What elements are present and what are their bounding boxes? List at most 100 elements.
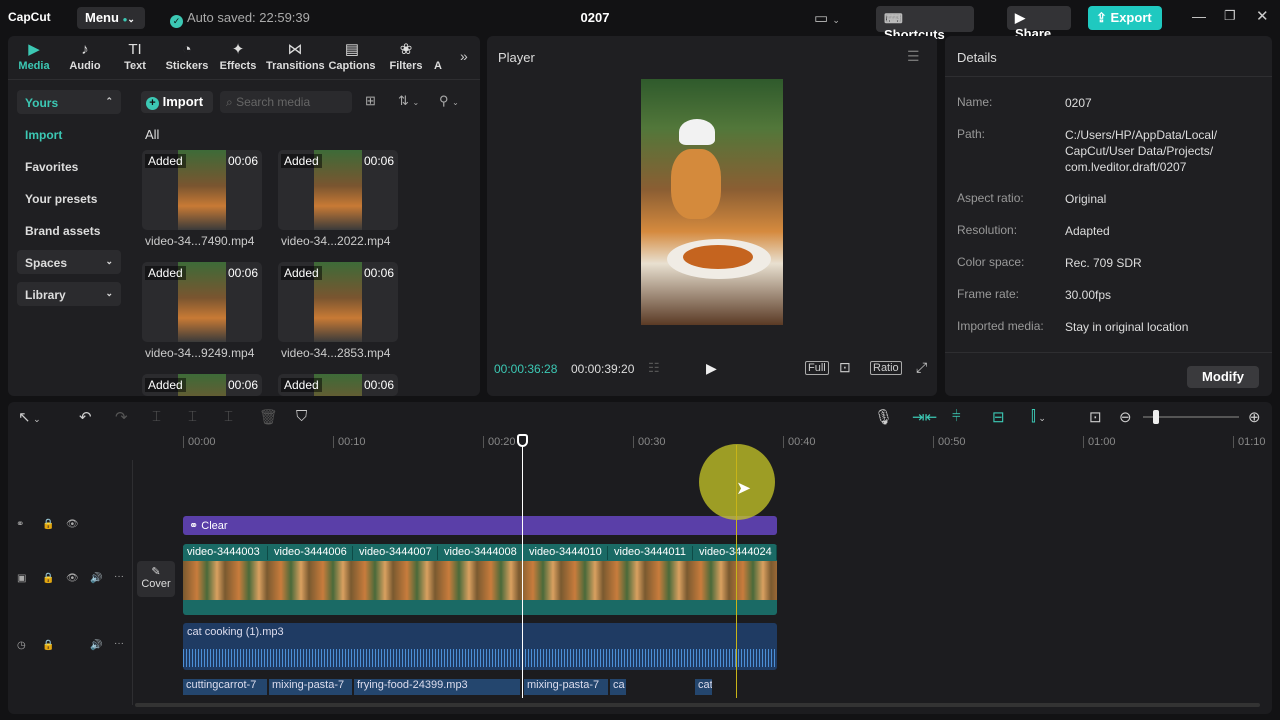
lock-icon[interactable]: 🔒 [42,573,54,584]
audio-clip[interactable]: cat cooking (1).mp3 [183,623,777,670]
main-track-magnet-icon[interactable]: ⇥⇤ [912,408,937,426]
play-icon[interactable]: ▶ [706,360,717,377]
share-icon: ▶ [1015,10,1025,25]
tab-captions[interactable]: ▤ Captions [328,40,376,72]
lock-icon[interactable]: 🔒 [42,640,54,651]
effect-clip[interactable]: ⚭ Clear [183,516,777,535]
zoom-icon[interactable]: ⊡ [839,359,851,376]
fullscreen-icon[interactable]: ⤢ [916,359,927,376]
volume-icon[interactable]: 🔊 [90,573,102,584]
video-clip[interactable]: video-3444006 [270,546,353,560]
cover-button[interactable]: ✎ Cover [137,561,175,597]
import-button[interactable]: + Import [141,91,213,113]
zoom-in-icon[interactable]: ⊕ [1248,408,1261,426]
delete-icon[interactable]: 🗑 [259,408,278,426]
player-panel: Player ☰ 00:00:36:28 00:00:39:20 ☷ ▶ Ful… [487,36,937,396]
more-icon[interactable]: ··· [114,638,124,649]
sidebar-item-brand[interactable]: Brand assets [17,218,121,242]
total-time: 00:00:39:20 [571,362,635,376]
export-button[interactable]: ⇪ Export [1088,6,1162,30]
effect-track-icon: ⚭ [16,519,25,530]
sidebar-item-library[interactable]: Library ⌄ [17,282,121,306]
sfx-clip[interactable]: ca [610,679,626,695]
minimize-icon[interactable]: — [1192,8,1206,24]
more-tabs-icon[interactable]: » [460,48,468,64]
ruler-tick: 00:40 [783,436,816,448]
more-icon[interactable]: ··· [114,571,124,582]
media-filename: video-34...7490.mp4 [145,234,255,248]
tab-more[interactable]: A [428,40,448,72]
shortcuts-button[interactable]: ⌨ Shortcuts [876,6,974,42]
ruler-tick: 00:10 [333,436,366,448]
sidebar-item-favorites[interactable]: Favorites [17,154,121,178]
sidebar-item-presets[interactable]: Your presets [17,186,121,210]
detail-value: 30.00fps [1065,288,1112,302]
playhead-handle[interactable] [517,434,528,447]
tab-filters[interactable]: ❀ Filters [382,40,430,72]
split-left-icon[interactable]: ⌶ [188,408,197,425]
timeline-icon[interactable]: ☷ [648,360,660,376]
media-panel: ▶ Media ♪ Audio TI Text ◔ Stickers ✦ Effects … [8,36,480,396]
video-clip[interactable]: video-3444010 [525,546,608,560]
linkage-icon[interactable]: ⊟ [992,408,1005,426]
media-thumb[interactable]: Added 00:06 [278,374,398,396]
playhead[interactable] [522,436,523,698]
full-button[interactable]: Full [805,361,829,375]
maximize-icon[interactable]: ❐ [1224,8,1236,24]
media-thumb[interactable]: Added 00:06 [278,150,398,230]
close-icon[interactable]: ✕ [1256,7,1269,25]
eye-icon[interactable]: 👁 [66,519,79,530]
media-thumb[interactable]: Added 00:06 [142,262,262,342]
filter-icon[interactable]: ⚲ ⌄ [439,93,459,109]
zoom-slider-handle[interactable] [1153,410,1159,424]
lock-icon[interactable]: 🔒 [42,519,54,530]
sfx-clip[interactable]: cuttingcarrot-7 [183,679,267,695]
modify-button[interactable]: Modify [1187,366,1259,388]
eye-icon[interactable]: 👁 [66,573,79,584]
video-clip[interactable]: video-3444007 [355,546,438,560]
grid-view-icon[interactable]: ⊞ [365,93,376,109]
video-clip[interactable]: video-3444008 [440,546,523,560]
player-menu-icon[interactable]: ☰ [907,48,920,65]
sfx-clip[interactable]: cat [695,679,712,695]
sidebar-item-spaces[interactable]: Spaces ⌄ [17,250,121,274]
tab-stickers[interactable]: ◔ Stickers [163,40,211,72]
layout-icon[interactable]: ▭ ⌄ [814,9,840,27]
tab-text[interactable]: TI Text [111,40,159,72]
preview-axis-icon[interactable]: ⫿ ⌄ [1031,408,1046,425]
sidebar-item-yours[interactable]: Yours ⌃ [17,90,121,114]
video-clip[interactable]: video-3444003 [183,546,268,560]
menu-button[interactable]: Menu ●⌄ [77,7,145,29]
zoom-out-icon[interactable]: ⊖ [1119,408,1132,426]
media-thumb[interactable]: Added 00:06 [278,262,398,342]
detail-value: Stay in original location [1065,320,1189,334]
sort-icon[interactable]: ⇅ ⌄ [398,93,419,109]
sfx-clip[interactable]: frying-food-24399.mp3 [354,679,520,695]
horizontal-scrollbar[interactable] [135,703,1260,707]
ruler-tick: 00:50 [933,436,966,448]
sfx-clip[interactable]: mixing-pasta-7 [524,679,608,695]
undo-icon[interactable]: ↶ [79,408,92,426]
volume-icon[interactable]: 🔊 [90,640,102,651]
sidebar-item-import[interactable]: Import [17,122,121,146]
redo-icon[interactable]: ↷ [115,408,128,426]
media-thumb[interactable]: Added 00:06 [142,374,262,396]
microphone-icon[interactable]: 🎙 [874,408,893,426]
marker-icon[interactable]: ⛉ [296,408,307,425]
tab-transitions[interactable]: ⋈ Transitions [266,40,325,72]
search-input[interactable]: ⌕ Search media [220,91,352,113]
autosave-status: ✓ Auto saved: 22:59:39 [170,10,310,28]
ratio-button[interactable]: Ratio [870,361,902,375]
split-right-icon[interactable]: ⌶ [224,408,233,425]
tab-media[interactable]: ▶ Media [10,40,58,72]
tab-audio[interactable]: ♪ Audio [61,40,109,72]
video-clip[interactable]: video-3444011 [610,546,693,560]
share-button[interactable]: ▶ Share [1007,6,1071,41]
split-icon[interactable]: ⌶ [152,408,161,425]
fit-icon[interactable]: ⊡ [1089,408,1102,426]
auto-snap-icon[interactable]: ⫩ [952,408,961,425]
sfx-clip[interactable]: mixing-pasta-7 [269,679,352,695]
tab-effects[interactable]: ✦ Effects [214,40,262,72]
select-tool-icon[interactable]: ↖ ⌄ [18,408,41,426]
media-thumb[interactable]: Added 00:06 [142,150,262,230]
